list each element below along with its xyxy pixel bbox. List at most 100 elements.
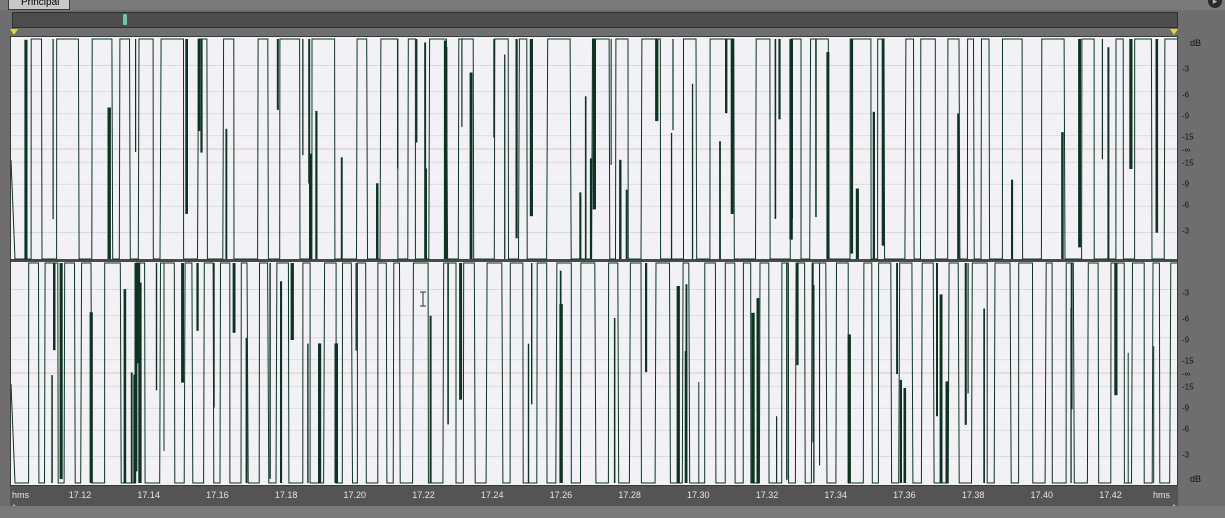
time-tick-label: 17.18: [274, 490, 298, 500]
waveform-channel-2-burst: [123, 289, 127, 483]
waveform-channel-1-burst: [185, 39, 188, 156]
time-tick-label: 17.30: [687, 490, 710, 500]
waveform-channel-2-burst: [645, 263, 648, 373]
waveform-channel-1-burst: [1129, 39, 1133, 169]
waveform-channel-2-burst: [290, 263, 294, 340]
waveform-channel-1-burst: [397, 39, 399, 169]
db-label: -9: [1182, 179, 1190, 189]
waveform-channel-2-burst: [130, 372, 133, 483]
time-tick-label: 17.38: [961, 490, 985, 500]
waveform-channel-1-burst: [850, 39, 854, 254]
waveform-canvas: [11, 38, 1177, 484]
tab-principal[interactable]: Principal: [8, 0, 71, 10]
time-tick-label: 17.36: [893, 490, 916, 500]
waveform-channel-2-burst: [334, 343, 338, 483]
overview-position-thumb[interactable]: [123, 14, 127, 25]
waveform-channel-1-burst: [529, 39, 533, 217]
waveform-channel-1-burst: [200, 39, 203, 153]
overview-scrollbar[interactable]: [12, 12, 1178, 28]
waveform-channel-2-burst: [307, 343, 309, 483]
db-unit-bottom: dB: [1190, 474, 1202, 484]
db-label: -3: [1182, 226, 1190, 236]
waveform-channel-1-burst: [340, 157, 343, 259]
time-tick-label: 17.40: [1030, 490, 1054, 500]
waveform-channel-2-burst: [531, 263, 533, 405]
waveform-channel-1-burst: [730, 39, 734, 214]
waveform-channel-2-burst: [51, 375, 53, 483]
waveform-channel-1-burst: [461, 39, 463, 127]
db-label: -15: [1182, 132, 1194, 142]
db-label: -6: [1182, 314, 1190, 324]
waveform-channel-1-burst: [276, 39, 279, 110]
waveform-channel-2-burst: [819, 263, 821, 466]
waveform-channel-1-burst: [855, 188, 859, 259]
waveform-channel-2-burst: [53, 263, 56, 351]
waveform-channel-2-burst: [1114, 263, 1118, 396]
waveform-channel-1-burst: [376, 183, 379, 259]
db-label: -15: [1182, 158, 1194, 168]
waveform-channel-2-burst: [812, 263, 814, 443]
scroll-right-icon[interactable]: ▸: [1208, 0, 1222, 8]
waveform-channel-1-burst: [826, 52, 830, 259]
waveform-channel-2-burst: [355, 263, 357, 351]
waveform-display[interactable]: [10, 36, 1178, 486]
waveform-channel-2-burst: [447, 263, 449, 425]
waveform-channel-1-burst: [197, 39, 201, 131]
db-label: -9: [1182, 111, 1190, 121]
waveform-channel-2-burst: [89, 312, 93, 483]
time-tick-label: 17.32: [755, 490, 779, 500]
waveform-channel-1-burst: [52, 39, 54, 220]
time-tick-label: 17.24: [480, 490, 504, 500]
waveform-channel-1-burst: [315, 111, 318, 259]
waveform-channel-1-burst: [1078, 39, 1081, 248]
waveform-channel-1-burst: [515, 39, 518, 239]
waveform-channel-2-burst: [964, 263, 967, 425]
time-tick-label: 17.16: [206, 490, 229, 500]
time-tick-label: 17.20: [343, 490, 367, 500]
waveform-channel-2-burst: [269, 263, 271, 479]
waveform-channel-1-burst: [1101, 39, 1103, 160]
waveform-channel-2-burst: [1070, 263, 1073, 410]
waveform-channel-2-burst: [896, 263, 898, 375]
db-label: -9: [1182, 403, 1190, 413]
waveform-channel-1-burst: [504, 54, 506, 259]
waveform-channel-1-burst: [469, 72, 473, 259]
waveform-channel-2-burst: [796, 263, 799, 366]
waveform-channel-1-burst: [309, 153, 312, 259]
amplitude-ruler: dB -3 -6 -9 -15 -∞ -15 -9 -6 -3 -3 -6 -9 -15 -∞ -15 -9…: [1178, 36, 1225, 486]
waveform-channel-2-burst: [196, 263, 199, 331]
waveform-channel-2-burst: [429, 315, 432, 483]
waveform-channel-1-burst: [881, 39, 885, 246]
waveform-channel-1-burst: [584, 96, 587, 259]
waveform-channel-1-burst: [135, 39, 137, 152]
waveform-channel-1-burst: [672, 39, 674, 131]
waveform-channel-2-burst: [459, 263, 463, 400]
waveform-channel-2-burst: [983, 308, 985, 483]
db-label: -3: [1182, 64, 1190, 74]
waveform-channel-2-burst: [786, 263, 788, 480]
waveform-channel-1-burst: [1011, 179, 1014, 259]
time-tick-label: 17.26: [549, 490, 573, 500]
db-label: -15: [1182, 382, 1194, 392]
waveform-channel-1-burst: [774, 39, 777, 219]
waveform-channel-2-burst: [676, 286, 680, 483]
waveform-channel-2-burst: [527, 343, 530, 483]
waveform-channel-2-burst: [213, 263, 215, 408]
waveform-channel-2-burst: [776, 416, 778, 483]
selection-end-marker[interactable]: [1170, 29, 1178, 35]
waveform-channel-1-burst: [619, 159, 622, 259]
time-tick-label: 17.42: [1099, 490, 1122, 500]
waveform-channel-2-burst: [967, 263, 969, 394]
waveform-channel-1-burst: [625, 189, 628, 259]
waveform-channel-1-burst: [815, 39, 817, 218]
waveform-channel-2-burst: [559, 270, 562, 483]
text-cursor-icon: [420, 291, 426, 307]
waveform-channel-1-burst: [872, 111, 875, 259]
waveform-channel-1-burst: [302, 39, 304, 156]
time-ruler[interactable]: hms 17.12 17.14 17.16 17.18 17.20 17.22 17.24 1…: [10, 486, 1178, 506]
waveform-channel-1-burst: [1155, 39, 1159, 233]
selection-start-marker[interactable]: [10, 29, 18, 35]
waveform-channel-1-burst: [725, 39, 728, 114]
time-tick-label: 17.28: [618, 490, 641, 500]
waveform-channel-2-burst: [613, 317, 616, 483]
